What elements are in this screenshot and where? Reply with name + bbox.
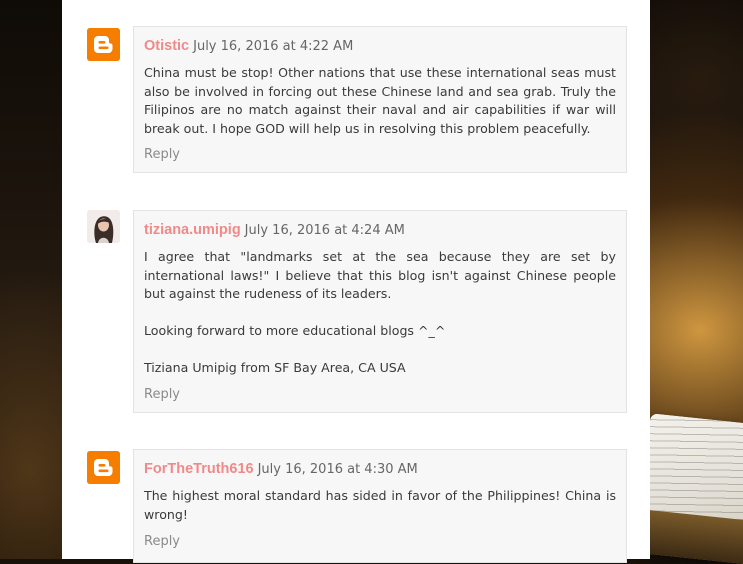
comment-body: I agree that "landmarks set at the sea b…	[144, 248, 616, 378]
comment-card: tiziana.umipig July 16, 2016 at 4:24 AM I…	[133, 210, 627, 413]
comments-panel: Otistic July 16, 2016 at 4:22 AM China mu…	[62, 0, 650, 563]
blogger-logo	[87, 451, 120, 484]
reply-link[interactable]: Reply	[144, 387, 180, 402]
comment-header: ForTheTruth616 July 16, 2016 at 4:30 AM	[144, 458, 418, 477]
comment-body: China must be stop! Other nations that u…	[144, 64, 616, 138]
comment-date-link[interactable]: July 16, 2016 at 4:30 AM	[258, 462, 418, 477]
comment-card: Otistic July 16, 2016 at 4:22 AM China mu…	[133, 26, 627, 173]
blogger-icon[interactable]	[87, 28, 120, 61]
comment-card: ForTheTruth616 July 16, 2016 at 4:30 AM T…	[133, 449, 627, 563]
comment-paragraph: China must be stop! Other nations that u…	[144, 65, 616, 136]
comment-header: Otistic July 16, 2016 at 4:22 AM	[144, 35, 353, 54]
user-photo	[87, 210, 120, 243]
comment-body: The highest moral standard has sided in …	[144, 487, 616, 524]
user-avatar-photo[interactable]	[87, 210, 120, 243]
blogger-icon[interactable]	[87, 451, 120, 484]
comment-date-link[interactable]: July 16, 2016 at 4:24 AM	[245, 223, 405, 238]
reply-link[interactable]: Reply	[144, 534, 180, 549]
comment-paragraph: Tiziana Umipig from SF Bay Area, CA USA	[144, 360, 406, 375]
comment-paragraph: Looking forward to more educational blog…	[144, 323, 446, 338]
reply-link[interactable]: Reply	[144, 147, 180, 162]
blogger-logo	[87, 28, 120, 61]
comment-date-link[interactable]: July 16, 2016 at 4:22 AM	[193, 39, 353, 54]
comment-paragraph: The highest moral standard has sided in …	[144, 488, 616, 522]
comment-author-link[interactable]: ForTheTruth616	[144, 461, 254, 477]
comment-paragraph: I agree that "landmarks set at the sea b…	[144, 249, 616, 301]
comment-header: tiziana.umipig July 16, 2016 at 4:24 AM	[144, 219, 405, 238]
comment-author-link[interactable]: Otistic	[144, 38, 189, 54]
comment-author-link[interactable]: tiziana.umipig	[144, 222, 241, 238]
